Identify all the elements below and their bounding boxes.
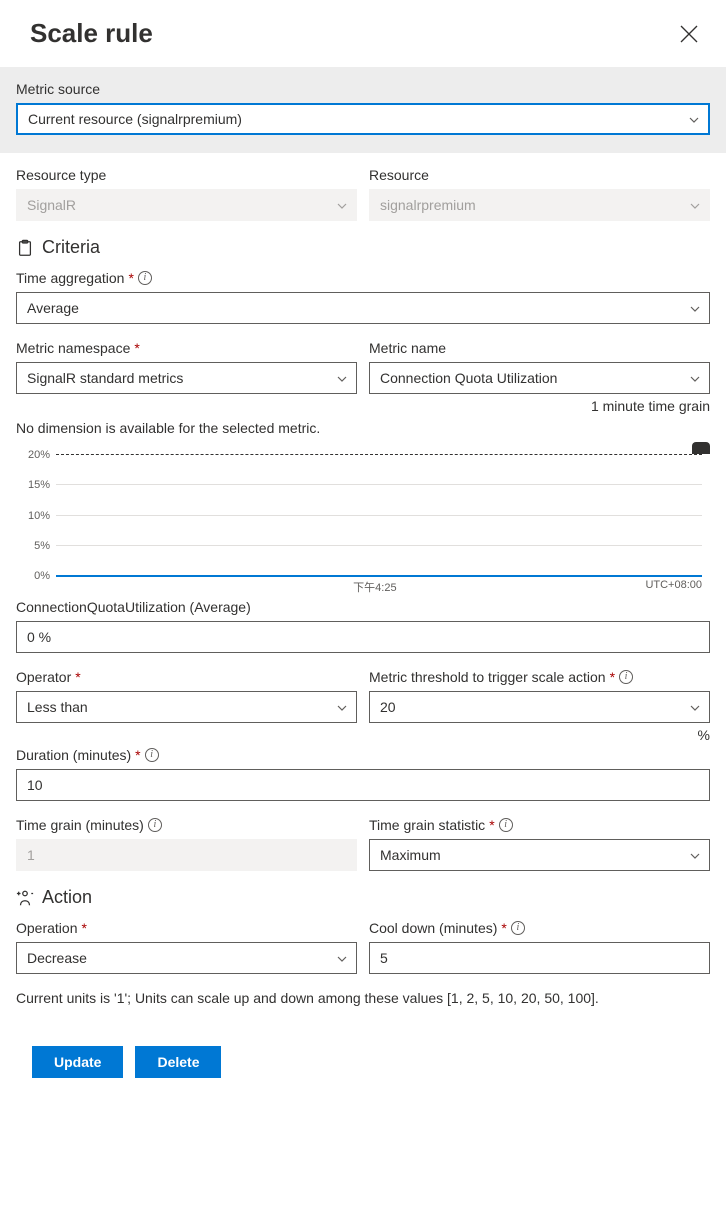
threshold-unit: %	[369, 727, 710, 743]
threshold-value: 20	[380, 699, 396, 715]
metric-name-select[interactable]: Connection Quota Utilization	[369, 362, 710, 394]
time-aggregation-label: Time aggregation* i	[16, 270, 710, 286]
resource-label: Resource	[369, 167, 710, 183]
operation-select[interactable]: Decrease	[16, 942, 357, 974]
time-grain-input: 1	[16, 839, 357, 871]
info-icon[interactable]: i	[138, 271, 152, 285]
metric-summary-value: 0 %	[16, 621, 710, 653]
info-icon[interactable]: i	[148, 818, 162, 832]
action-icon	[16, 889, 34, 907]
metric-source-section: Metric source Current resource (signalrp…	[0, 67, 726, 153]
cool-down-label: Cool down (minutes)* i	[369, 920, 710, 936]
close-icon[interactable]	[680, 25, 698, 43]
cool-down-value: 5	[380, 950, 388, 966]
metric-source-select[interactable]: Current resource (signalrpremium)	[16, 103, 710, 135]
metric-summary-label: ConnectionQuotaUtilization (Average)	[16, 599, 710, 615]
criteria-heading: Criteria	[16, 237, 710, 258]
chevron-down-icon	[336, 372, 348, 384]
units-note: Current units is '1'; Units can scale up…	[16, 990, 710, 1006]
operation-value: Decrease	[27, 950, 87, 966]
chart-x-right: UTC+08:00	[645, 579, 702, 591]
panel-title: Scale rule	[30, 18, 153, 49]
operator-label: Operator*	[16, 669, 357, 685]
cool-down-input[interactable]: 5	[369, 942, 710, 974]
metric-name-value: Connection Quota Utilization	[380, 370, 557, 386]
panel-header: Scale rule	[0, 0, 726, 67]
chevron-down-icon	[689, 849, 701, 861]
time-aggregation-select[interactable]: Average	[16, 292, 710, 324]
operator-value: Less than	[27, 699, 88, 715]
time-grain-statistic-value: Maximum	[380, 847, 441, 863]
metric-namespace-label: Metric namespace*	[16, 340, 357, 356]
footer: Update Delete	[0, 1026, 726, 1102]
duration-label: Duration (minutes)* i	[16, 747, 710, 763]
chevron-down-icon	[689, 701, 701, 713]
resource-select: signalrpremium	[369, 189, 710, 221]
duration-value: 10	[27, 777, 43, 793]
metric-chart: 0%5%10%15%20% 下午4:25 UTC+08:00	[16, 442, 710, 597]
time-grain-label: Time grain (minutes) i	[16, 817, 357, 833]
resource-type-value: SignalR	[27, 197, 76, 213]
chart-x-center: 下午4:25	[353, 579, 396, 595]
metric-namespace-select[interactable]: SignalR standard metrics	[16, 362, 357, 394]
threshold-label: Metric threshold to trigger scale action…	[369, 669, 710, 685]
no-dimension-message: No dimension is available for the select…	[16, 420, 710, 436]
time-grain-statistic-label: Time grain statistic* i	[369, 817, 710, 833]
operator-select[interactable]: Less than	[16, 691, 357, 723]
time-grain-note: 1 minute time grain	[16, 398, 710, 414]
update-button[interactable]: Update	[32, 1046, 123, 1078]
time-grain-statistic-select[interactable]: Maximum	[369, 839, 710, 871]
chevron-down-icon	[336, 199, 348, 211]
chevron-down-icon	[336, 952, 348, 964]
time-grain-value: 1	[27, 847, 35, 863]
metric-source-label: Metric source	[16, 81, 710, 97]
info-icon[interactable]: i	[511, 921, 525, 935]
action-heading: Action	[16, 887, 710, 908]
chevron-down-icon	[688, 113, 700, 125]
metric-namespace-value: SignalR standard metrics	[27, 370, 183, 386]
info-icon[interactable]: i	[499, 818, 513, 832]
chevron-down-icon	[689, 199, 701, 211]
delete-button[interactable]: Delete	[135, 1046, 221, 1078]
threshold-input[interactable]: 20	[369, 691, 710, 723]
duration-input[interactable]: 10	[16, 769, 710, 801]
info-icon[interactable]: i	[619, 670, 633, 684]
resource-type-label: Resource type	[16, 167, 357, 183]
clipboard-icon	[16, 239, 34, 257]
resource-value: signalrpremium	[380, 197, 476, 213]
info-icon[interactable]: i	[145, 748, 159, 762]
resource-type-select: SignalR	[16, 189, 357, 221]
chevron-down-icon	[336, 701, 348, 713]
chevron-down-icon	[689, 302, 701, 314]
metric-name-label: Metric name	[369, 340, 710, 356]
operation-label: Operation*	[16, 920, 357, 936]
metric-source-value: Current resource (signalrpremium)	[28, 111, 242, 127]
time-aggregation-value: Average	[27, 300, 79, 316]
chevron-down-icon	[689, 372, 701, 384]
